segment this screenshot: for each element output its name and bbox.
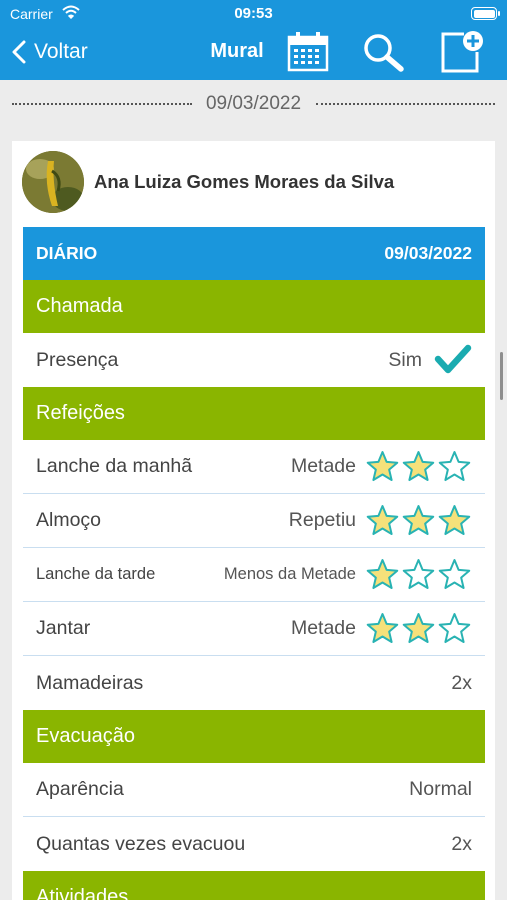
row-vezes: Quantas vezes evacuou 2x: [23, 817, 485, 871]
row-value: Metade: [290, 617, 356, 639]
star-empty-icon: [438, 559, 471, 590]
diary-header: DIÁRIO 09/03/2022: [23, 227, 485, 280]
row-value: Sim: [388, 348, 422, 371]
row-label: Aparência: [36, 778, 124, 800]
star-filled-icon: [402, 613, 435, 644]
section-atividades: Atividades: [23, 871, 485, 900]
rating-stars: [364, 503, 472, 538]
row-label: Lanche da manhã: [36, 455, 193, 477]
battery-icon: [471, 7, 500, 20]
row-mamadeiras: Mamadeiras 2x: [23, 656, 485, 710]
row-value: Menos da Metade: [223, 565, 356, 583]
calendar-icon[interactable]: [287, 31, 329, 73]
page-title: Mural: [210, 40, 264, 62]
row-label: Mamadeiras: [36, 671, 144, 694]
star-empty-icon: [402, 559, 435, 590]
rating-stars: [364, 449, 472, 484]
row-value: 2x: [451, 671, 472, 694]
avatar: [22, 151, 84, 213]
star-filled-icon: [366, 559, 399, 590]
post-card: Ana Luiza Gomes Moraes da Silva DIÁRIO 0…: [12, 141, 495, 900]
rating-stars: [364, 611, 472, 646]
diary: DIÁRIO 09/03/2022 Chamada Presença Sim R…: [23, 227, 485, 900]
star-empty-icon: [438, 613, 471, 644]
diary-date: 09/03/2022: [384, 243, 472, 263]
star-empty-icon: [438, 451, 471, 482]
section-title: Evacuação: [36, 725, 135, 747]
row-value: Metade: [290, 455, 356, 477]
avatar-image: [22, 151, 84, 213]
star-filled-icon: [402, 451, 435, 482]
row-meal: Almoço Repetiu: [23, 494, 485, 548]
section-title: Chamada: [36, 295, 123, 317]
row-value: Normal: [409, 778, 472, 800]
back-button[interactable]: Voltar: [12, 37, 88, 67]
row-meal: Lanche da tarde Menos da Metade: [23, 548, 485, 602]
back-label: Voltar: [34, 40, 88, 63]
status-bar: Carrier 09:53: [0, 0, 507, 28]
chevron-left-icon: [12, 40, 26, 64]
feed-date: 09/03/2022: [202, 93, 305, 114]
nav-bar: Carrier 09:53 Voltar Mural: [0, 0, 507, 80]
section-title: Atividades: [36, 886, 129, 900]
date-separator: 09/03/2022: [12, 92, 495, 116]
student-name: Ana Luiza Gomes Moraes da Silva: [94, 171, 395, 192]
row-label: Presença: [36, 348, 119, 371]
star-filled-icon: [402, 505, 435, 536]
search-icon[interactable]: [362, 32, 406, 72]
row-label: Jantar: [36, 617, 91, 639]
row-label: Lanche da tarde: [36, 565, 156, 583]
new-post-icon[interactable]: [440, 30, 486, 74]
clock: 09:53: [234, 5, 273, 22]
row-presenca: Presença Sim: [23, 333, 485, 387]
row-meal: Lanche da manhã Metade: [23, 440, 485, 494]
row-meal: Jantar Metade: [23, 602, 485, 656]
row-aparencia: Aparência Normal: [23, 763, 485, 817]
section-chamada: Chamada: [23, 280, 485, 333]
rating-stars: [364, 557, 472, 592]
row-value: Repetiu: [288, 509, 356, 531]
diary-title: DIÁRIO: [36, 243, 98, 263]
star-filled-icon: [366, 451, 399, 482]
section-title: Refeições: [36, 402, 125, 424]
student-header[interactable]: Ana Luiza Gomes Moraes da Silva: [22, 151, 394, 213]
star-filled-icon: [366, 505, 399, 536]
section-refeicoes: Refeições: [23, 387, 485, 440]
star-filled-icon: [438, 505, 471, 536]
star-filled-icon: [366, 613, 399, 644]
check-icon: [434, 344, 472, 374]
scrollbar[interactable]: [500, 352, 503, 400]
row-label: Almoço: [36, 509, 102, 531]
row-value: 2x: [451, 832, 472, 855]
row-label: Quantas vezes evacuou: [36, 832, 246, 855]
section-evacuacao: Evacuação: [23, 710, 485, 763]
